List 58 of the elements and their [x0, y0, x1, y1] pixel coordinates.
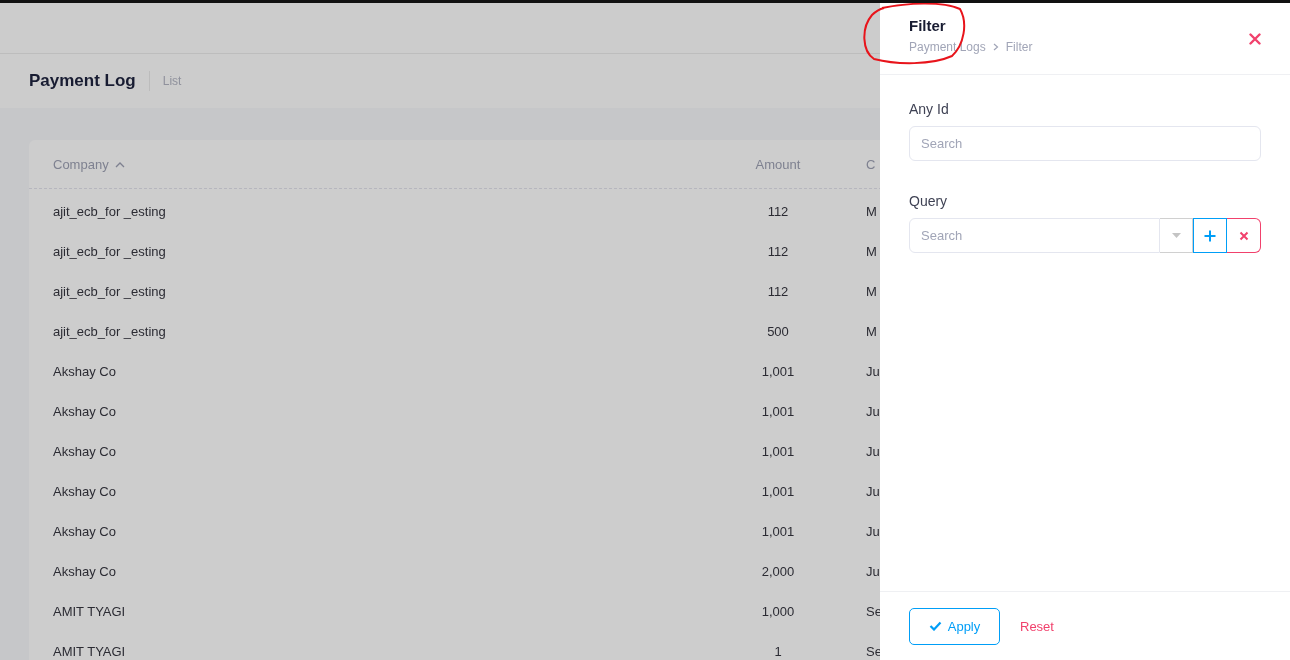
close-button[interactable] — [1247, 30, 1263, 47]
query-field[interactable]: Search — [909, 218, 1160, 253]
table-cell-text: ajit_ecb_for _esting — [52, 243, 167, 259]
table-cell-text: Akshay Co — [52, 523, 117, 539]
check-icon — [928, 621, 942, 631]
table-cell: M — [866, 323, 877, 339]
table-cell-text: Akshay Co — [52, 403, 117, 419]
table-cell: M — [866, 243, 877, 259]
table-cell-text: 112 — [766, 243, 790, 259]
table-cell-text: AMIT TYAGI — [52, 643, 127, 659]
table-cell: Ju — [866, 403, 880, 419]
add-button[interactable] — [1193, 218, 1227, 253]
caret-icon — [1171, 233, 1181, 238]
field-label: Query — [909, 193, 949, 209]
reset-link[interactable]: Reset — [1020, 618, 1054, 634]
table-cell-text: 1,001 — [760, 523, 796, 539]
table-cell-text: 1,001 — [760, 443, 796, 459]
apply-button[interactable]: Apply — [909, 607, 1000, 645]
breadcrumb-item: Filter — [1005, 40, 1033, 54]
table-cell: M — [866, 283, 877, 299]
table-cell: Ju — [866, 523, 880, 539]
table-cell: Ju — [866, 363, 880, 379]
table-cell-text: ajit_ecb_for _esting — [52, 283, 167, 299]
table-cell-text: Akshay Co — [52, 443, 117, 459]
column-header[interactable]: Company — [29, 156, 690, 172]
table-cell-text: 1,001 — [760, 403, 796, 419]
field-label: Any Id — [909, 101, 950, 117]
table-cell-text: Akshay Co — [52, 363, 117, 379]
column-header[interactable]: Amount — [690, 156, 866, 172]
close-icon — [1238, 230, 1249, 241]
search-field[interactable]: Search — [909, 126, 1261, 161]
page-subtitle: List — [161, 74, 182, 88]
sort-ascending-icon — [114, 160, 125, 168]
table-cell: Ju — [866, 483, 880, 499]
table-cell-text: 500 — [766, 323, 790, 339]
table-cell: Ju — [866, 563, 880, 579]
remove-button[interactable] — [1227, 218, 1261, 253]
chevron-right-icon — [992, 43, 999, 51]
table-cell: Ju — [866, 443, 880, 459]
close-icon — [1249, 32, 1261, 45]
column-header[interactable]: C — [866, 156, 876, 172]
table-cell-text: ajit_ecb_for _esting — [52, 323, 167, 339]
table-cell-text: 112 — [766, 203, 790, 219]
table-cell-text: Akshay Co — [52, 483, 117, 499]
table-cell-text: ajit_ecb_for _esting — [52, 203, 167, 219]
panel-title: Filter — [909, 17, 947, 34]
table-cell-text: 1,001 — [760, 363, 796, 379]
table-cell-text: 2,000 — [760, 563, 796, 579]
table-cell-text: 112 — [766, 283, 790, 299]
plus-icon — [1204, 229, 1216, 242]
breadcrumb-item[interactable]: Payment Logs — [909, 40, 986, 54]
table-cell-text: AMIT TYAGI — [52, 603, 127, 619]
table-cell-text: Akshay Co — [52, 563, 117, 579]
table-cell-text: 1 — [773, 643, 783, 659]
page-title: Payment Log — [29, 71, 150, 91]
table-cell: M — [866, 203, 877, 219]
table-cell-text: 1,001 — [760, 483, 796, 499]
table-cell-text: 1,000 — [760, 603, 796, 619]
